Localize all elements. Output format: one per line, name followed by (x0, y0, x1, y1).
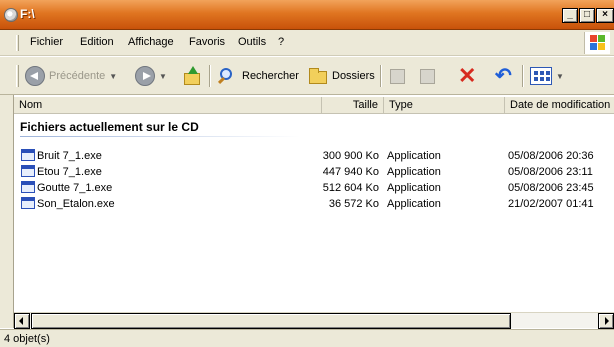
maximize-button[interactable]: □ (579, 8, 595, 23)
column-header-name[interactable]: Nom (14, 97, 322, 114)
back-label: Précédente (49, 70, 106, 82)
file-date: 05/08/2006 23:11 (508, 166, 593, 178)
toolbar-separator (522, 65, 524, 87)
executable-file-icon (21, 197, 35, 209)
group-divider (20, 136, 300, 137)
file-size: 36 572 Ko (328, 198, 379, 210)
status-bar: 4 objet(s) (0, 329, 614, 347)
horizontal-scrollbar[interactable] (14, 312, 614, 329)
file-size: 300 900 Ko (322, 150, 379, 162)
copy-to-icon (418, 66, 438, 86)
file-type: Application (387, 198, 441, 210)
windows-logo-icon (584, 32, 610, 54)
scrollbar-thumb[interactable] (31, 313, 511, 329)
file-row[interactable]: Son_Etalon.exe 36 572 Ko Application 21/… (14, 197, 614, 212)
column-header-size[interactable]: Taille (322, 97, 384, 114)
forward-arrow-icon (135, 66, 155, 86)
folders-icon (308, 66, 328, 86)
window-left-frame (0, 95, 14, 328)
menu-grip[interactable] (16, 35, 19, 51)
file-date: 05/08/2006 23:45 (508, 182, 594, 194)
file-name[interactable]: Goutte 7_1.exe (37, 182, 112, 194)
delete-icon: ✕ (458, 63, 477, 88)
executable-file-icon (21, 149, 35, 161)
toolbar-grip[interactable] (16, 65, 19, 87)
file-row[interactable]: Etou 7_1.exe 447 940 Ko Application 05/0… (14, 165, 614, 180)
undo-button[interactable]: ↶ (495, 65, 512, 87)
column-header-type[interactable]: Type (384, 97, 505, 114)
file-type: Application (387, 150, 441, 162)
file-type: Application (387, 182, 441, 194)
search-icon (217, 66, 238, 86)
move-to-icon (388, 66, 408, 86)
move-to-button[interactable] (388, 65, 408, 87)
executable-file-icon (21, 181, 35, 193)
search-label: Rechercher (242, 70, 299, 82)
title-bar[interactable]: F:\ _ □ × (0, 0, 614, 30)
column-header-date[interactable]: Date de modification (505, 97, 614, 114)
file-date: 21/02/2007 01:41 (508, 198, 594, 210)
views-dropdown-icon[interactable]: ▼ (556, 72, 564, 81)
views-button[interactable]: ▼ (530, 65, 564, 87)
back-arrow-icon (25, 66, 45, 86)
toolbar-separator (209, 65, 211, 87)
forward-dropdown-icon[interactable]: ▼ (159, 72, 167, 81)
views-icon (530, 67, 552, 85)
menu-edition[interactable]: Edition (80, 36, 114, 48)
menu-affichage[interactable]: Affichage (128, 36, 174, 48)
toolbar-separator (380, 65, 382, 87)
scroll-left-button[interactable] (14, 313, 30, 329)
executable-file-icon (21, 165, 35, 177)
file-type: Application (387, 166, 441, 178)
toolbar: Précédente ▼ ▼ Rechercher Dossiers ✕ ↶ ▼ (0, 57, 614, 95)
status-text: 4 objet(s) (4, 333, 50, 345)
file-name[interactable]: Bruit 7_1.exe (37, 150, 102, 162)
group-title: Fichiers actuellement sur le CD (20, 120, 199, 134)
back-dropdown-icon[interactable]: ▼ (109, 72, 117, 81)
file-row[interactable]: Bruit 7_1.exe 300 900 Ko Application 05/… (14, 149, 614, 164)
folders-label: Dossiers (332, 70, 375, 82)
file-name[interactable]: Son_Etalon.exe (37, 198, 115, 210)
menu-outils[interactable]: Outils (238, 36, 266, 48)
column-header-bar: Nom Taille Type Date de modification (14, 97, 614, 114)
delete-button[interactable]: ✕ (458, 65, 476, 87)
copy-to-button[interactable] (418, 65, 438, 87)
window-title: F:\ (20, 7, 35, 21)
file-name[interactable]: Etou 7_1.exe (37, 166, 102, 178)
menu-fichier[interactable]: Fichier (30, 36, 63, 48)
cd-drive-icon[interactable] (4, 8, 18, 22)
file-date: 05/08/2006 20:36 (508, 150, 594, 162)
folder-up-icon (182, 66, 202, 86)
file-row[interactable]: Goutte 7_1.exe 512 604 Ko Application 05… (14, 181, 614, 196)
undo-icon: ↶ (495, 65, 512, 87)
menu-bar: Fichier Edition Affichage Favoris Outils… (0, 30, 614, 56)
forward-button[interactable]: ▼ (135, 65, 167, 87)
menu-favoris[interactable]: Favoris (189, 36, 225, 48)
file-size: 447 940 Ko (322, 166, 379, 178)
search-button[interactable]: Rechercher (217, 65, 299, 87)
up-folder-button[interactable] (182, 65, 202, 87)
back-button[interactable]: Précédente ▼ (25, 65, 117, 87)
file-list[interactable]: Fichiers actuellement sur le CD Bruit 7_… (14, 114, 614, 312)
minimize-button[interactable]: _ (562, 8, 578, 23)
scroll-right-button[interactable] (598, 313, 614, 329)
folders-button[interactable]: Dossiers (308, 65, 375, 87)
file-size: 512 604 Ko (322, 182, 379, 194)
close-button[interactable]: × (596, 8, 614, 23)
menu-help[interactable]: ? (278, 36, 284, 48)
